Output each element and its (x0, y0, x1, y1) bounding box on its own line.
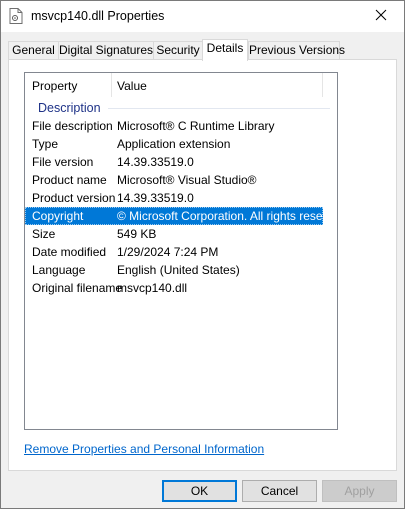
property-name: Language (32, 263, 86, 277)
column-header: Property Value (25, 73, 337, 97)
group-divider (108, 108, 330, 109)
table-row[interactable]: Product name Microsoft® Visual Studio® (25, 171, 323, 189)
table-row[interactable]: Language English (United States) (25, 261, 323, 279)
property-name: Product name (32, 173, 107, 187)
window-title: msvcp140.dll Properties (31, 9, 165, 23)
property-value: © Microsoft Corporation. All rights rese… (117, 209, 323, 223)
table-row[interactable]: Original filename msvcp140.dll (25, 279, 323, 297)
property-name: Size (32, 227, 56, 241)
dll-file-icon (9, 8, 23, 24)
column-divider[interactable] (111, 73, 112, 97)
table-row[interactable]: Date modified 1/29/2024 7:24 PM (25, 243, 323, 261)
apply-button[interactable]: Apply (322, 480, 397, 502)
tab-previous-versions[interactable]: Previous Versions (248, 41, 345, 59)
table-row-selected[interactable]: Copyright © Microsoft Corporation. All ri… (25, 207, 323, 225)
tab-digital-signatures[interactable]: Digital Signatures (58, 41, 154, 59)
details-panel: Property Value Description File descript… (8, 59, 397, 471)
tab-general[interactable]: General (8, 41, 59, 59)
tab-details[interactable]: Details (202, 39, 248, 61)
property-value: Microsoft® Visual Studio® (117, 173, 257, 187)
table-row[interactable]: Size 549 KB (25, 225, 323, 243)
column-header-value[interactable]: Value (117, 79, 147, 93)
property-value: 14.39.33519.0 (117, 191, 194, 205)
properties-dialog: msvcp140.dll Properties General Digital … (0, 0, 405, 509)
property-value: msvcp140.dll (117, 281, 188, 295)
close-button[interactable] (358, 1, 404, 32)
column-header-property[interactable]: Property (32, 79, 77, 93)
close-icon (375, 9, 387, 24)
title-bar: msvcp140.dll Properties (1, 1, 404, 32)
property-name: Product version (32, 191, 116, 205)
column-divider[interactable] (322, 73, 323, 97)
table-row[interactable]: File version 14.39.33519.0 (25, 153, 323, 171)
property-value: Microsoft® C Runtime Library (117, 119, 275, 133)
property-value: 14.39.33519.0 (117, 155, 194, 169)
ok-button[interactable]: OK (162, 480, 237, 502)
property-name: Type (32, 137, 59, 151)
property-name: File version (32, 155, 94, 169)
table-row[interactable]: Type Application extension (25, 135, 323, 153)
property-name: File description (32, 119, 113, 133)
property-name: Original filename (32, 281, 123, 295)
cancel-button[interactable]: Cancel (242, 480, 317, 502)
group-header-description[interactable]: Description (38, 101, 101, 115)
property-value: 1/29/2024 7:24 PM (117, 245, 219, 259)
details-list[interactable]: Property Value Description File descript… (24, 72, 338, 430)
table-row[interactable]: Product version 14.39.33519.0 (25, 189, 323, 207)
details-rows: File description Microsoft® C Runtime Lib… (25, 117, 337, 297)
table-row[interactable]: File description Microsoft® C Runtime Lib… (25, 117, 323, 135)
property-name: Copyright (32, 209, 84, 223)
property-value: Application extension (117, 137, 231, 151)
property-value: 549 KB (117, 227, 157, 241)
property-name: Date modified (32, 245, 107, 259)
property-value: English (United States) (117, 263, 240, 277)
remove-properties-link[interactable]: Remove Properties and Personal Informati… (24, 442, 264, 456)
tab-security[interactable]: Security (153, 41, 203, 59)
